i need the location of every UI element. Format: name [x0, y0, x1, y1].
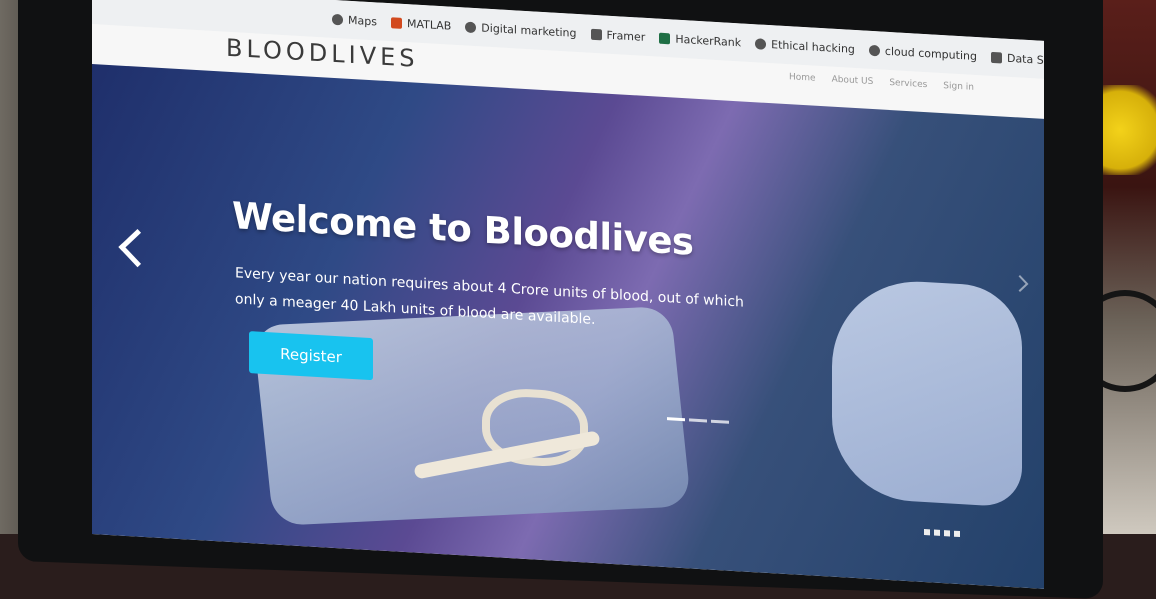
tray-icon[interactable]	[934, 529, 940, 536]
carousel-indicator[interactable]	[689, 418, 707, 423]
bookmark-framer[interactable]: Framer	[590, 27, 645, 43]
globe-icon	[755, 37, 767, 50]
bookmark-hackerrank[interactable]: HackerRank	[659, 31, 741, 49]
globe-icon	[465, 21, 477, 33]
nav-about-us[interactable]: About US	[832, 75, 874, 87]
hero-carousel: Welcome to Bloodlives Every year our nat…	[92, 64, 1044, 589]
globe-icon	[868, 44, 880, 56]
matlab-icon	[390, 16, 402, 29]
register-button[interactable]: Register	[249, 331, 373, 381]
bookmark-matlab[interactable]: MATLAB	[390, 16, 451, 32]
nav-home[interactable]: Home	[789, 72, 816, 84]
bookmark-digital-marketing[interactable]: Digital marketing	[465, 20, 577, 39]
bookmark-ethical-hacking[interactable]: Ethical hacking	[755, 37, 855, 55]
nav-sign-in[interactable]: Sign in	[943, 81, 974, 93]
framer-icon	[590, 28, 602, 40]
carousel-indicator[interactable]	[711, 419, 729, 424]
carousel-next-icon[interactable]	[1011, 275, 1029, 292]
tray-icon[interactable]	[924, 528, 930, 536]
hackerrank-icon	[659, 32, 671, 44]
bookmark-cloud-computing[interactable]: cloud computing	[868, 43, 977, 63]
main-nav: Home About US Services Sign in	[789, 72, 974, 93]
maps-icon	[332, 13, 343, 25]
nav-services[interactable]: Services	[889, 78, 927, 90]
bookmark-maps[interactable]: Maps	[332, 12, 377, 28]
browser-screen: Maps MATLAB Digital marketing Framer Hac…	[92, 0, 1044, 589]
dollar-icon	[990, 51, 1002, 63]
hero-image-glove	[832, 276, 1022, 508]
hero-title: Welcome to Bloodlives	[232, 194, 694, 264]
tray-icon[interactable]	[944, 530, 950, 537]
carousel-prev-icon[interactable]	[118, 229, 157, 268]
bookmark-data-science[interactable]: Data Science	[990, 50, 1044, 68]
